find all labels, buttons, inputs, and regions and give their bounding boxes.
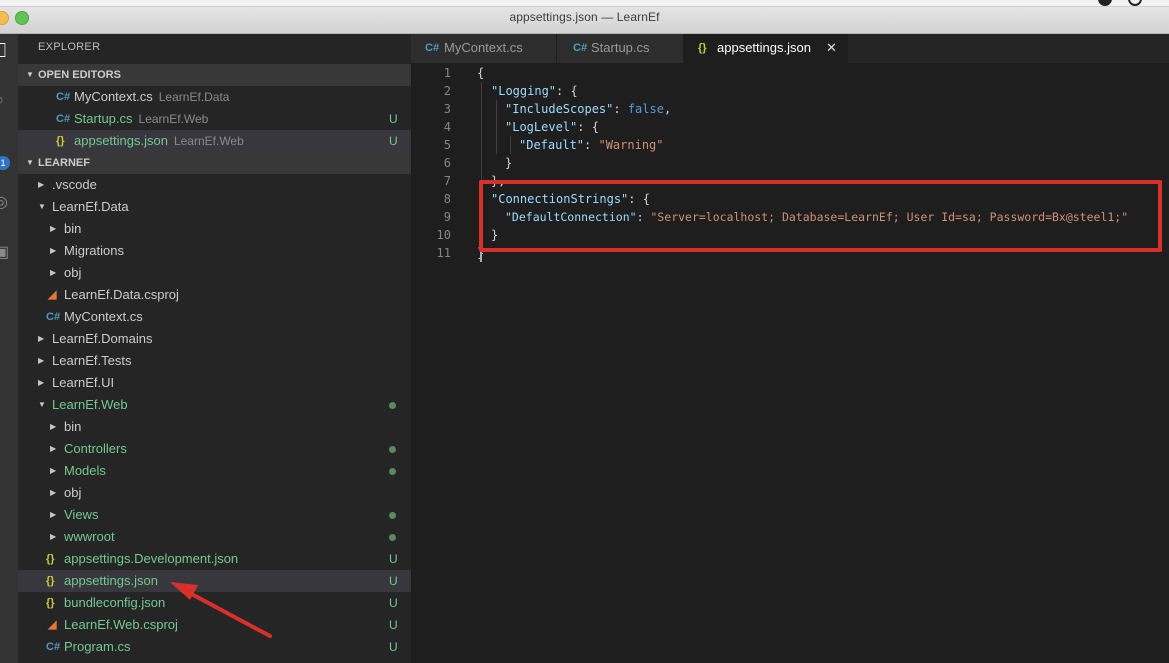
annotation-arrow bbox=[170, 582, 272, 638]
